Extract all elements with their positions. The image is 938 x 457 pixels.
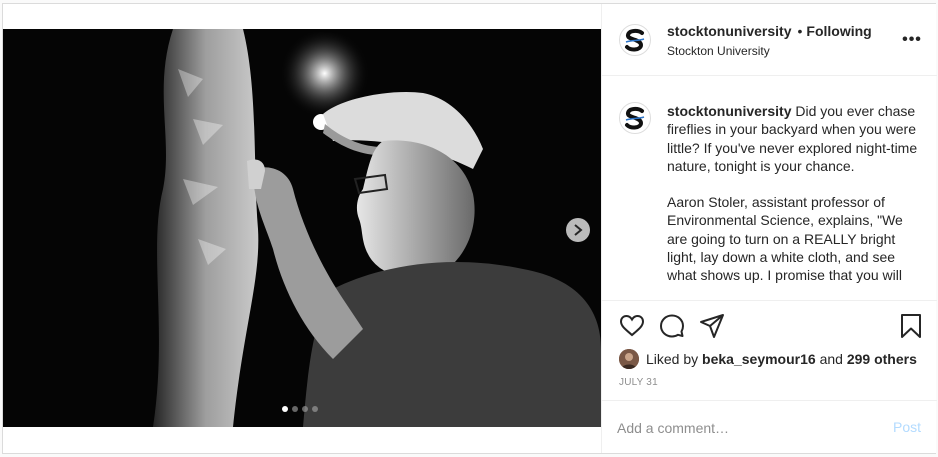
post-sidebar: stocktonuniversity • Following Stockton Un… — [601, 4, 937, 453]
liker-username[interactable]: beka_seymour16 — [702, 351, 816, 367]
share-icon[interactable] — [699, 313, 725, 339]
liker-avatar-image — [619, 349, 639, 369]
chevron-right-icon — [574, 224, 583, 236]
post-comment-button[interactable]: Post — [893, 419, 921, 435]
caption-username[interactable]: stocktonuniversity — [667, 103, 791, 119]
stockton-logo-icon — [625, 106, 645, 130]
likes-others-link[interactable]: 299 others — [847, 351, 917, 367]
next-image-button[interactable] — [566, 218, 590, 242]
comment-input[interactable] — [617, 419, 867, 437]
stockton-logo-icon — [625, 28, 645, 52]
caption-paragraph-2: Aaron Stoler, assistant professor of Env… — [667, 194, 903, 284]
post-actions: Liked by beka_seymour16 and 299 others J… — [602, 300, 937, 400]
more-options-button[interactable]: ••• — [902, 30, 922, 50]
carousel-dot — [302, 406, 308, 412]
author-username[interactable]: stocktonuniversity — [667, 23, 791, 39]
post-header: stocktonuniversity • Following Stockton Un… — [602, 4, 937, 76]
likes-middle: and — [819, 351, 843, 367]
carousel-dot — [312, 406, 318, 412]
post-date[interactable]: JULY 31 — [619, 377, 658, 388]
caption-author-avatar[interactable] — [619, 102, 651, 134]
header-separator: • — [797, 23, 803, 39]
post-location[interactable]: Stockton University — [667, 44, 770, 58]
post-caption: stocktonuniversity Did you ever chase fi… — [667, 102, 922, 285]
comment-composer: Post — [602, 400, 937, 453]
carousel-dot-active — [282, 406, 288, 412]
post-modal: stocktonuniversity • Following Stockton Un… — [2, 3, 937, 454]
carousel-dot — [292, 406, 298, 412]
post-photo — [3, 29, 601, 427]
author-avatar[interactable] — [619, 24, 651, 56]
more-options-icon: ••• — [902, 31, 922, 48]
bookmark-icon[interactable] — [898, 313, 924, 339]
likes-summary: Liked by beka_seymour16 and 299 others — [619, 349, 917, 369]
comments-section: stocktonuniversity Did you ever chase fi… — [602, 77, 937, 300]
likes-prefix: Liked by — [646, 351, 699, 367]
heart-icon[interactable] — [619, 313, 645, 339]
post-media — [3, 4, 601, 453]
follow-status-button[interactable]: Following — [806, 23, 871, 39]
carousel-indicator — [282, 406, 318, 412]
comment-icon[interactable] — [659, 313, 685, 339]
liker-avatar[interactable] — [619, 349, 639, 369]
